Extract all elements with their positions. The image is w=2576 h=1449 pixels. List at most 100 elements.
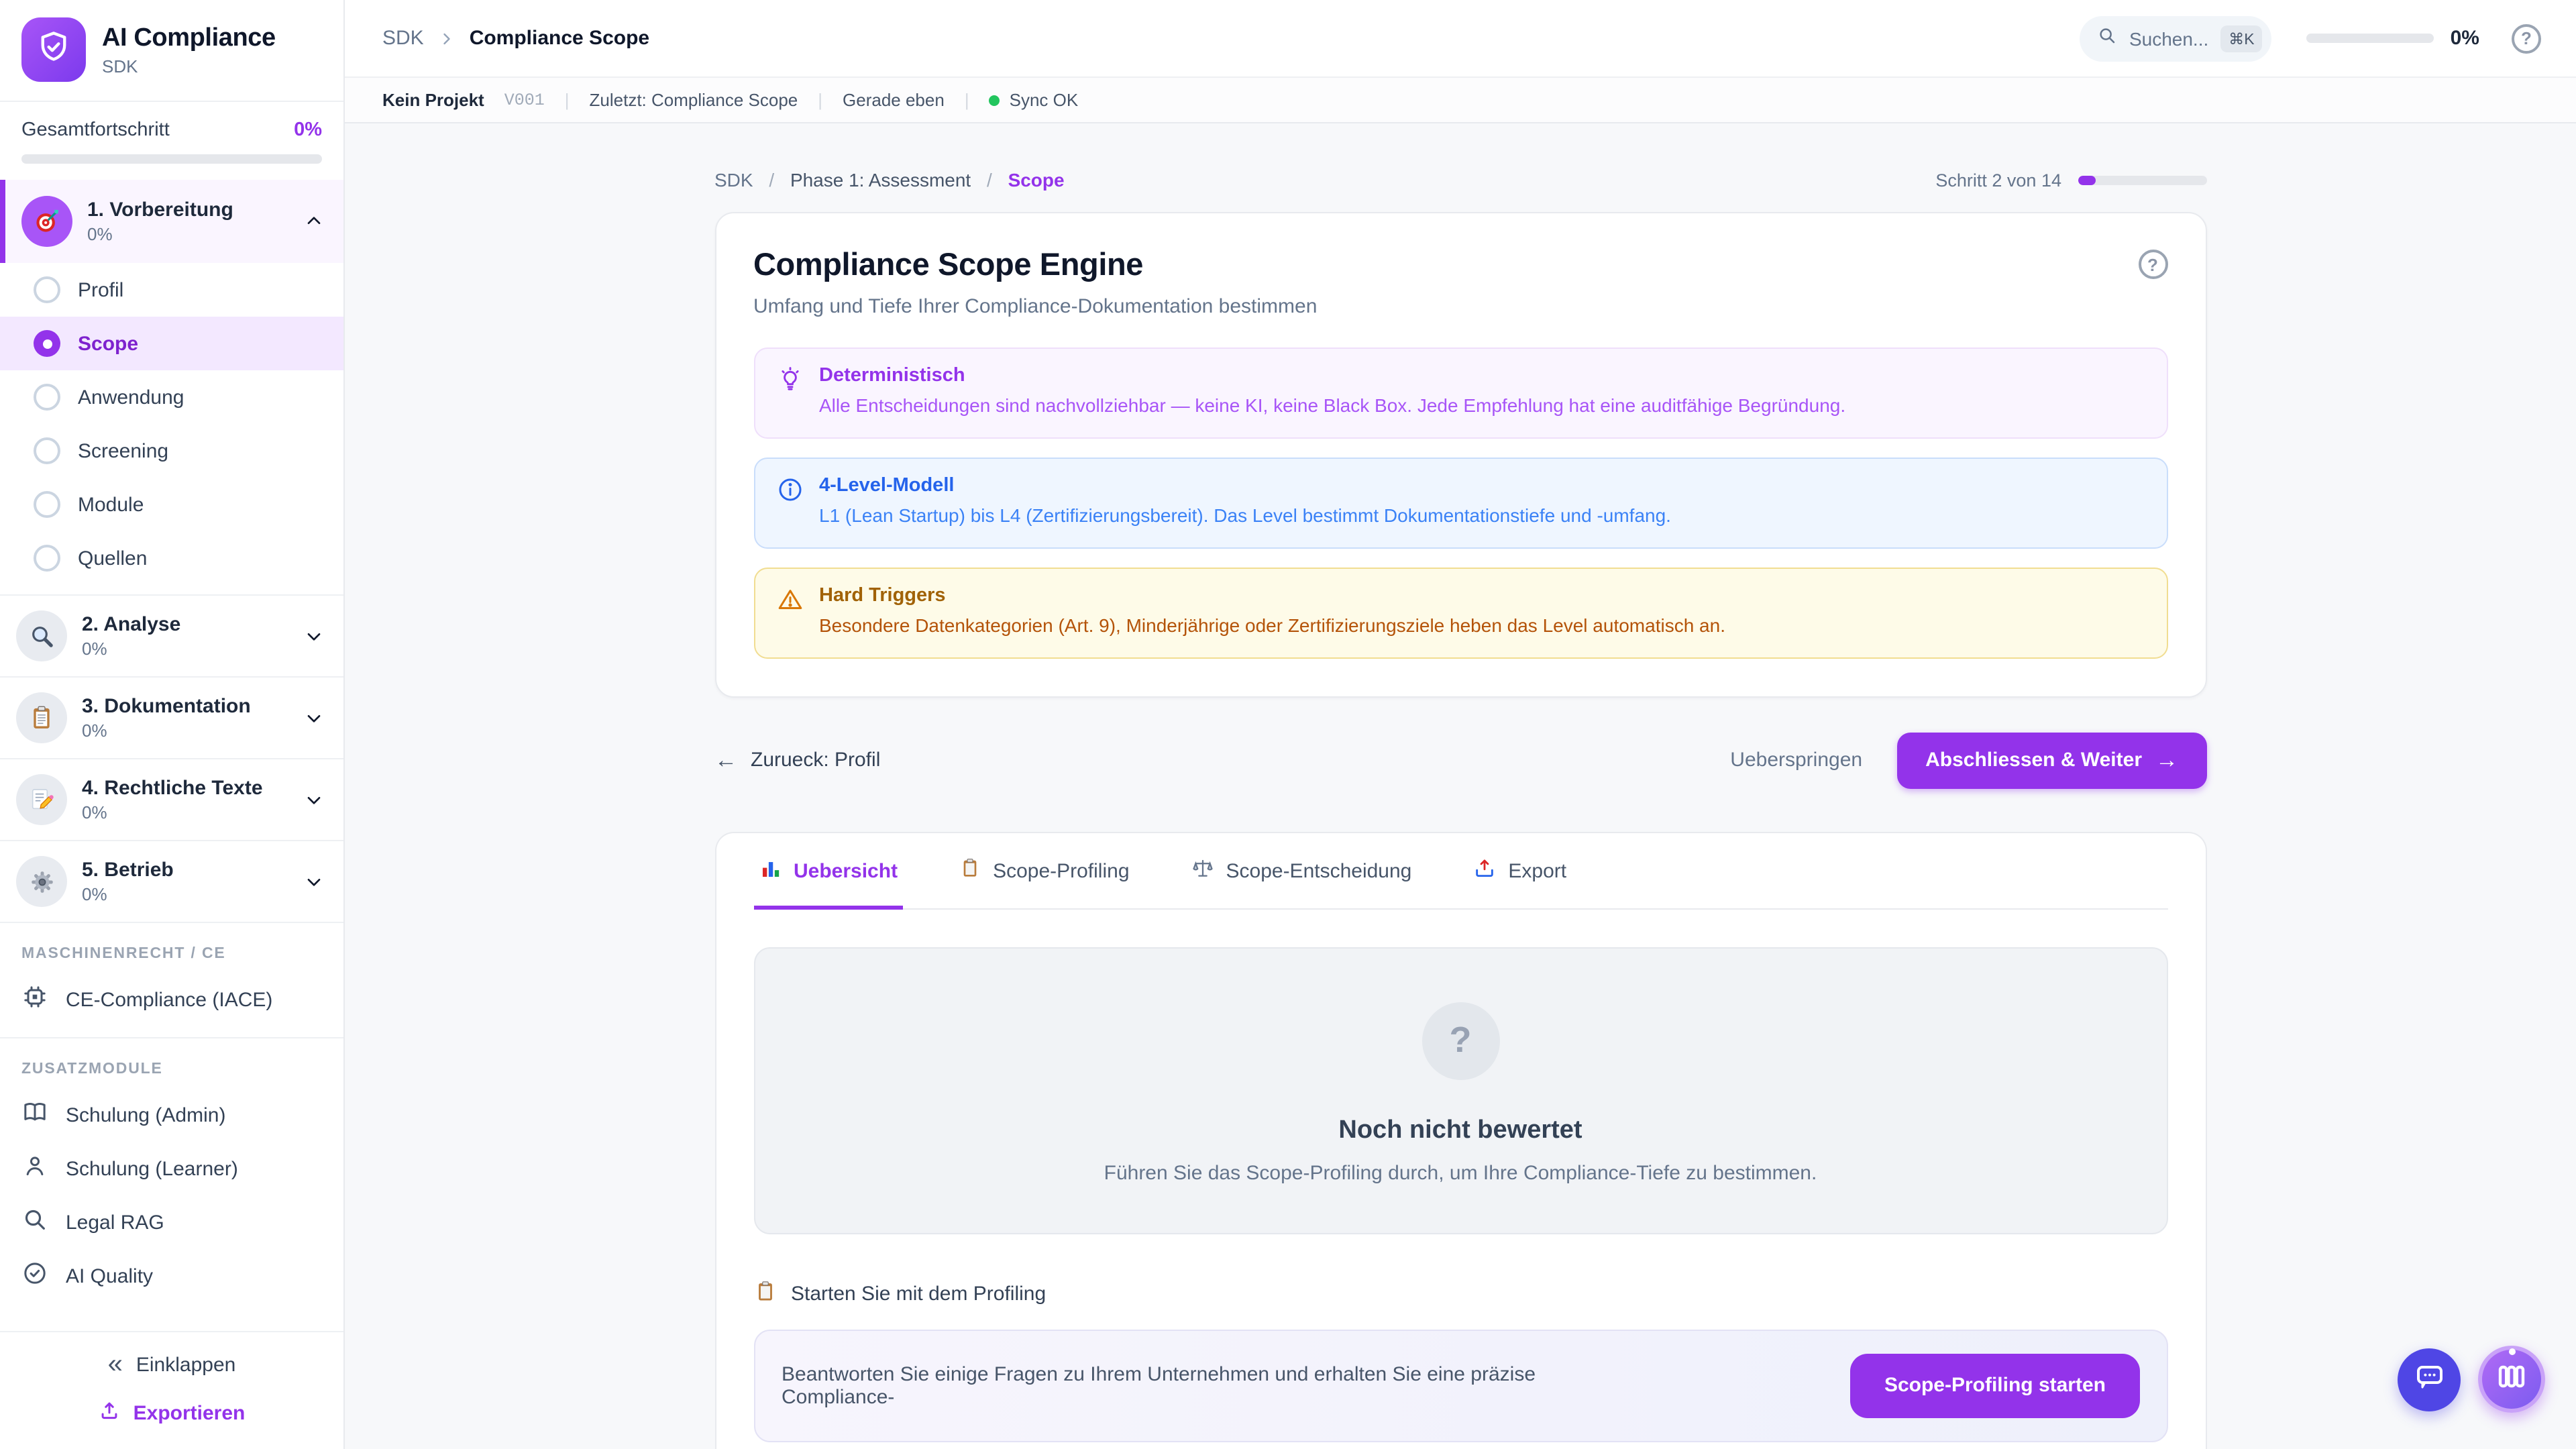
tab-label: Export <box>1508 859 1566 882</box>
floating-buttons <box>2398 1346 2545 1413</box>
chevron-down-icon <box>303 625 325 647</box>
sidebar-item-label: CE-Compliance (IACE) <box>66 988 272 1011</box>
skip-button[interactable]: Ueberspringen <box>1730 749 1862 771</box>
chevron-up-icon <box>303 211 325 232</box>
sidebar-item-label: Quellen <box>78 547 147 570</box>
tabs-card: Uebersicht Scope-Profiling <box>714 831 2206 1449</box>
clipboard-icon <box>16 692 67 743</box>
empty-state-text: Führen Sie das Scope-Profiling durch, um… <box>1104 1161 1817 1184</box>
sync-ok-dot-icon <box>989 95 1000 105</box>
page-title: Compliance Scope Engine <box>753 247 1143 283</box>
header-progress-value: 0% <box>2451 27 2479 50</box>
collapse-label: Einklappen <box>136 1353 235 1376</box>
sidebar-item-label: Schulung (Learner) <box>66 1157 238 1180</box>
sidebar-item-label: Screening <box>78 439 168 462</box>
page-header-row: SDK / Phase 1: Assessment / Scope Schrit… <box>714 169 2206 191</box>
sidebar-item-label: Schulung (Admin) <box>66 1104 225 1126</box>
keyboard-shortcut-badge: ⌘K <box>2220 25 2262 52</box>
page-subtitle: Umfang und Tiefe Ihrer Compliance-Dokume… <box>753 295 2167 318</box>
start-scope-profiling-button[interactable]: Scope-Profiling starten <box>1851 1353 2139 1417</box>
phase-label: 1. Vorbereitung <box>87 199 233 221</box>
bar-chart-icon <box>759 857 782 885</box>
section-label-zusatzmodule: ZUSATZMODULE <box>0 1038 343 1088</box>
empty-state-panel: ? Noch nicht bewertet Führen Sie das Sco… <box>753 947 2167 1234</box>
export-tray-icon <box>1473 857 1496 885</box>
help-icon[interactable]: ? <box>2512 23 2541 53</box>
memo-pencil-icon <box>16 774 67 825</box>
chat-button[interactable] <box>2398 1348 2461 1411</box>
page-crumb-phase[interactable]: Phase 1: Assessment <box>790 169 971 191</box>
phase-percent: 0% <box>82 639 180 659</box>
phase-percent: 0% <box>82 720 251 741</box>
sidebar-item-anwendung[interactable]: Anwendung <box>0 370 343 424</box>
phase-label: 3. Dokumentation <box>82 695 251 718</box>
cta-header-label: Starten Sie mit dem Profiling <box>791 1282 1046 1305</box>
app-root: AI Compliance SDK Gesamtfortschritt 0% 1… <box>0 0 2576 1449</box>
info-box-title: Deterministisch <box>819 365 1845 386</box>
arrow-left-icon: ← <box>714 747 737 773</box>
divider: | <box>818 90 822 110</box>
step-progress-fill <box>2078 175 2096 184</box>
sidebar-item-module[interactable]: Module <box>0 478 343 531</box>
tab-label: Uebersicht <box>794 859 898 882</box>
page-crumb-root[interactable]: SDK <box>714 169 753 191</box>
sidebar-item-scope[interactable]: Scope <box>0 317 343 370</box>
export-button[interactable]: Exportieren <box>99 1399 246 1428</box>
divider: / <box>987 169 992 191</box>
sidebar-item-ai-quality[interactable]: AI Quality <box>0 1249 343 1303</box>
app-title: AI Compliance <box>102 23 276 53</box>
shield-check-icon <box>36 29 71 70</box>
tab-label: Scope-Entscheidung <box>1226 859 1412 882</box>
search-button[interactable]: Suchen... ⌘K <box>2080 15 2272 61</box>
chat-bubble-icon <box>2413 1360 2445 1399</box>
sidebar-phase-betrieb[interactable]: 5. Betrieb 0% <box>0 840 343 922</box>
sidebar-item-quellen[interactable]: Quellen <box>0 531 343 585</box>
tab-scope-entscheidung[interactable]: Scope-Entscheidung <box>1186 833 1417 909</box>
divider: / <box>769 169 774 191</box>
cta-text: Beantworten Sie einige Fragen zu Ihrem U… <box>782 1362 1640 1408</box>
sync-status: Sync OK <box>989 90 1079 110</box>
breadcrumb-current: Compliance Scope <box>470 27 649 50</box>
sidebar-phase-analyse[interactable]: 2. Analyse 0% <box>0 594 343 676</box>
breadcrumb-root[interactable]: SDK <box>382 27 424 50</box>
complete-next-button[interactable]: Abschliessen & Weiter → <box>1897 732 2206 788</box>
section-label-maschinenrecht: MASCHINENRECHT / CE <box>0 922 343 973</box>
kanban-panel-button[interactable] <box>2478 1346 2545 1413</box>
sidebar-phase-vorbereitung[interactable]: 1. Vorbereitung 0% <box>0 180 343 263</box>
tab-export[interactable]: Export <box>1468 833 1572 909</box>
check-circle-icon <box>21 1260 48 1292</box>
wizard-nav-row: ← Zurueck: Profil Ueberspringen Abschlie… <box>714 732 2206 788</box>
sidebar-phase-dokumentation[interactable]: 3. Dokumentation 0% <box>0 676 343 758</box>
search-icon <box>2097 25 2117 52</box>
version-badge: V001 <box>504 91 545 109</box>
tab-scope-profiling[interactable]: Scope-Profiling <box>954 833 1134 909</box>
sidebar-item-label: Module <box>78 493 144 516</box>
app-logo <box>21 17 86 82</box>
magnifier-icon <box>16 610 67 661</box>
collapse-sidebar-button[interactable]: « Einklappen <box>108 1351 236 1378</box>
back-button[interactable]: ← Zurueck: Profil <box>714 747 880 773</box>
warning-triangle-icon <box>776 586 803 639</box>
scale-icon <box>1191 857 1214 885</box>
main-area: SDK Compliance Scope Suchen... ⌘K 0% ? K… <box>345 0 2576 1449</box>
sidebar-item-screening[interactable]: Screening <box>0 424 343 478</box>
info-box-text: Besondere Datenkategorien (Art. 9), Mind… <box>819 613 1725 639</box>
sidebar: AI Compliance SDK Gesamtfortschritt 0% 1… <box>0 0 345 1449</box>
brand: AI Compliance SDK <box>0 0 343 101</box>
divider: | <box>965 90 969 110</box>
sidebar-item-ce-compliance[interactable]: CE-Compliance (IACE) <box>0 973 343 1026</box>
gear-icon <box>16 856 67 907</box>
help-icon[interactable]: ? <box>2138 250 2167 279</box>
sync-label: Sync OK <box>1010 90 1079 110</box>
sidebar-item-legal-rag[interactable]: Legal RAG <box>0 1195 343 1249</box>
tab-uebersicht[interactable]: Uebersicht <box>753 833 903 909</box>
step-indicator: Schritt 2 von 14 <box>1935 170 2061 190</box>
timestamp: Gerade eben <box>843 90 945 110</box>
sidebar-item-profil[interactable]: Profil <box>0 263 343 317</box>
phase-percent: 0% <box>87 224 233 244</box>
back-label: Zurueck: Profil <box>751 749 880 771</box>
sidebar-item-schulung-learner[interactable]: Schulung (Learner) <box>0 1142 343 1195</box>
clipboard-icon <box>959 857 981 884</box>
sidebar-item-schulung-admin[interactable]: Schulung (Admin) <box>0 1088 343 1142</box>
sidebar-phase-rechtliche-texte[interactable]: 4. Rechtliche Texte 0% <box>0 758 343 840</box>
